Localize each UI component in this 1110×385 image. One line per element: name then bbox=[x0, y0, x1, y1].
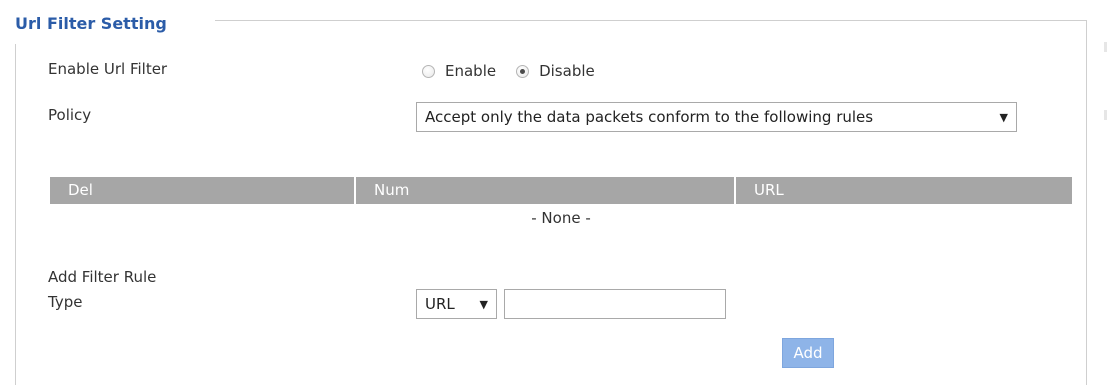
dropdown-arrow-icon: ▼ bbox=[479, 297, 488, 311]
enable-radio[interactable] bbox=[422, 64, 435, 78]
disable-radio[interactable] bbox=[516, 64, 530, 78]
side-marker bbox=[1104, 110, 1107, 120]
fieldset-border-top bbox=[215, 20, 1087, 21]
enable-radio-label[interactable]: Enable bbox=[445, 62, 496, 80]
side-marker bbox=[1104, 42, 1107, 52]
column-header-url: URL bbox=[734, 177, 1072, 204]
url-value-input[interactable] bbox=[504, 289, 726, 319]
type-label: Type bbox=[48, 293, 83, 311]
policy-select-value: Accept only the data packets conform to … bbox=[425, 108, 874, 126]
column-header-del: Del bbox=[50, 177, 354, 204]
dropdown-arrow-icon: ▼ bbox=[999, 110, 1008, 124]
policy-select[interactable]: Accept only the data packets conform to … bbox=[416, 102, 1017, 132]
enable-url-filter-label: Enable Url Filter bbox=[48, 60, 168, 78]
enable-filter-radio-group: Enable Disable bbox=[422, 60, 615, 82]
policy-label: Policy bbox=[48, 106, 92, 124]
fieldset-border-right bbox=[1086, 20, 1087, 385]
type-select[interactable]: URL ▼ bbox=[416, 289, 497, 319]
fieldset-border-left bbox=[15, 44, 16, 385]
add-filter-rule-heading: Add Filter Rule bbox=[48, 268, 157, 286]
rules-table-header: Del Num URL bbox=[50, 177, 1072, 204]
section-title: Url Filter Setting bbox=[15, 14, 167, 33]
column-header-num: Num bbox=[354, 177, 734, 204]
add-button[interactable]: Add bbox=[782, 338, 834, 368]
disable-radio-label[interactable]: Disable bbox=[539, 62, 595, 80]
rules-empty-text: - None - bbox=[531, 209, 591, 227]
type-select-value: URL bbox=[425, 295, 455, 313]
